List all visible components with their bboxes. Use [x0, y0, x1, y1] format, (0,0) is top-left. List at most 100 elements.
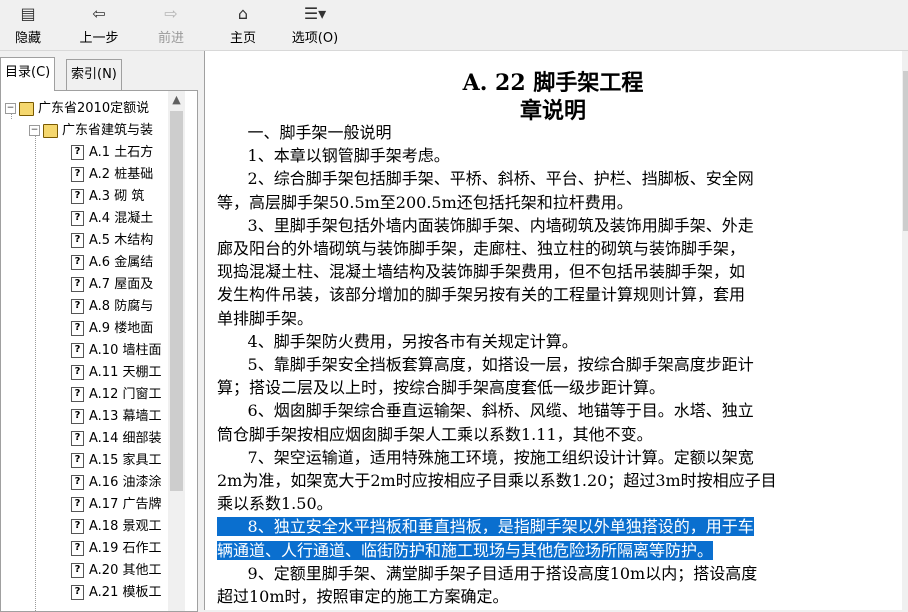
tree-item-label: A.17 广告牌: [89, 497, 162, 512]
tree-item-a20[interactable]: ? A.20 其他工: [71, 560, 161, 582]
help-topic-icon: ?: [71, 431, 84, 446]
doc-line: 超过10m时，按照审定的施工方案确定。: [217, 587, 509, 607]
doc-line: 一、脚手架一般说明: [217, 123, 392, 142]
doc-line: 发生构件吊装，该部分增加的脚手架另按有关的工程量计算规则计算，套用: [217, 285, 746, 305]
hide-pane-icon: ▤: [20, 4, 36, 23]
tab-index[interactable]: 索引(N): [66, 59, 122, 90]
tree-item-label: A.7 屋面及: [89, 277, 154, 292]
tree-item-a18[interactable]: ? A.18 景观工: [71, 516, 161, 538]
tree-item-a2[interactable]: ? A.2 桩基础: [71, 164, 153, 186]
tree-item-label: A.11 天棚工: [89, 365, 162, 380]
tree-item-a3[interactable]: ? A.3 砌 筑: [71, 186, 144, 208]
options-menu-icon: ☰▾: [303, 4, 327, 23]
help-topic-icon: ?: [71, 497, 84, 512]
help-topic-icon: ?: [71, 321, 84, 336]
book-open-icon: [19, 101, 34, 116]
help-topic-icon: ?: [71, 343, 84, 358]
collapse-icon[interactable]: −: [5, 103, 16, 114]
tree-scrollbar[interactable]: ▲: [168, 91, 185, 611]
home-icon: ⌂: [237, 4, 249, 23]
tree-connector: [35, 131, 36, 611]
selected-text-line[interactable]: 8、独立安全水平挡板和垂直挡板，是指脚手架以外单独搭设的，用于车: [217, 517, 754, 537]
help-topic-icon: ?: [71, 189, 84, 204]
forward-label: 前进: [157, 31, 184, 46]
selected-text-line[interactable]: 辆通道、人行通道、临街防护和施工现场与其他危险场所隔离等防护。: [217, 540, 714, 560]
tree-item-a8[interactable]: ? A.8 防腐与: [71, 296, 153, 318]
forward-button[interactable]: ⇨ 前进: [150, 4, 192, 48]
home-label: 主页: [229, 31, 256, 46]
tree-item-label: A.13 幕墙工: [89, 409, 162, 424]
doc-line: 2m为准，如架宽大于2m时应按相应子目乘以系数1.20；超过3m时按相应子目: [217, 471, 777, 491]
tree-item-a13[interactable]: ? A.13 幕墙工: [71, 406, 161, 428]
document-pane: A. 22 脚手架工程 章说明 一、脚手架一般说明 1、本章以钢管脚手架考虑。 …: [204, 51, 908, 610]
tree-item-a19[interactable]: ? A.19 石作工: [71, 538, 161, 560]
document-scrollbar[interactable]: [902, 51, 908, 610]
tab-contents[interactable]: 目录(C): [0, 57, 56, 91]
home-button[interactable]: ⌂ 主页: [222, 4, 264, 48]
help-topic-icon: ?: [71, 453, 84, 468]
tree-item-label: A.19 石作工: [89, 541, 162, 556]
help-topic-icon: ?: [71, 475, 84, 490]
tree-item-a14[interactable]: ? A.14 细部装: [71, 428, 161, 450]
back-label: 上一步: [79, 31, 119, 46]
help-topic-icon: ?: [71, 365, 84, 380]
tree-item-label: A.18 景观工: [89, 519, 162, 534]
tree-root-node[interactable]: − 广东省2010定额说: [5, 98, 149, 120]
help-topic-icon: ?: [71, 255, 84, 270]
help-topic-icon: ?: [71, 277, 84, 292]
tree-item-a5[interactable]: ? A.5 木结构: [71, 230, 153, 252]
doc-line: 筒仓脚手架按相应烟囱脚手架人工乘以系数1.11，其他不变。: [217, 424, 653, 444]
tree-item-label: A.2 桩基础: [89, 167, 154, 182]
tree-item-a17[interactable]: ? A.17 广告牌: [71, 494, 161, 516]
help-topic-icon: ?: [71, 585, 84, 600]
tree-item-a10[interactable]: ? A.10 墙柱面: [71, 340, 161, 362]
contents-tree-panel: − 广东省2010定额说 − 广东省建筑与装 ? A.1 土石方 ? A.2 桩基础 ?…: [0, 90, 198, 612]
tree-item-a1[interactable]: ? A.1 土石方: [71, 142, 153, 164]
tree-item-label: A.5 木结构: [89, 233, 154, 248]
tree-child-node[interactable]: − 广东省建筑与装: [29, 120, 153, 142]
tree-item-label: A.20 其他工: [89, 563, 162, 578]
help-topic-icon: ?: [71, 145, 84, 160]
tree-item-a15[interactable]: ? A.15 家具工: [71, 450, 161, 472]
help-topic-icon: ?: [71, 519, 84, 534]
book-open-icon: [43, 123, 58, 138]
arrow-right-icon: ⇨: [164, 4, 178, 23]
help-topic-icon: ?: [71, 541, 84, 556]
document-scroll-thumb[interactable]: [903, 71, 908, 231]
doc-line: 2、综合脚手架包括脚手架、平桥、斜桥、平台、护栏、挡脚板、安全网: [217, 169, 754, 189]
tree-item-a4[interactable]: ? A.4 混凝土: [71, 208, 153, 230]
tree-item-a7[interactable]: ? A.7 屋面及: [71, 274, 153, 296]
tree-item-a12[interactable]: ? A.12 门窗工: [71, 384, 161, 406]
options-button[interactable]: ☰▾ 选项(O): [284, 4, 346, 48]
tree-item-label: A.12 门窗工: [89, 387, 162, 402]
doc-line: 算；搭设二层及以上时，按综合脚手架高度套低一级步距计算。: [217, 378, 666, 398]
contents-tree: − 广东省2010定额说 − 广东省建筑与装 ? A.1 土石方 ? A.2 桩基础 ?…: [1, 91, 167, 611]
scroll-up-icon[interactable]: ▲: [168, 91, 185, 109]
tree-item-a9[interactable]: ? A.9 楼地面: [71, 318, 153, 340]
doc-line: 乘以系数1.50。: [217, 494, 333, 514]
help-topic-icon: ?: [71, 167, 84, 182]
tree-item-label: A.6 金属结: [89, 255, 154, 270]
tree-item-a11[interactable]: ? A.11 天棚工: [71, 362, 161, 384]
help-topic-icon: ?: [71, 299, 84, 314]
tree-child-label: 广东省建筑与装: [62, 123, 154, 138]
help-topic-icon: ?: [71, 211, 84, 226]
tree-item-label: A.4 混凝土: [89, 211, 154, 226]
doc-line: 单排脚手架。: [217, 308, 314, 328]
tree-item-label: A.16 油漆涂: [89, 475, 162, 490]
tree-item-label: A.21 模板工: [89, 585, 162, 600]
tree-item-label: A.9 楼地面: [89, 321, 154, 336]
tree-item-a21[interactable]: ? A.21 模板工: [71, 582, 161, 604]
collapse-icon[interactable]: −: [29, 125, 40, 136]
back-button[interactable]: ⇦ 上一步: [72, 4, 126, 48]
doc-line: 6、烟囱脚手架综合垂直运输架、斜桥、风缆、地锚等于目。水塔、独立: [217, 401, 754, 421]
tree-scroll-thumb[interactable]: [170, 111, 183, 491]
tree-item-a16[interactable]: ? A.16 油漆涂: [71, 472, 161, 494]
navigation-pane: 目录(C) 索引(N) − 广东省2010定额说 − 广东省建筑与装 ? A.1 土石…: [0, 51, 198, 612]
options-label: 选项(O): [291, 31, 339, 46]
tree-item-a6[interactable]: ? A.6 金属结: [71, 252, 153, 274]
tree-item-label: A.8 防腐与: [89, 299, 154, 314]
hide-button[interactable]: ▤ 隐藏: [8, 4, 48, 48]
doc-line: 7、架空运输道，适用特殊施工环境，按施工组织设计计算。定额以架宽: [217, 447, 754, 467]
doc-line: 4、脚手架防火费用，另按各市有关规定计算。: [217, 331, 578, 351]
